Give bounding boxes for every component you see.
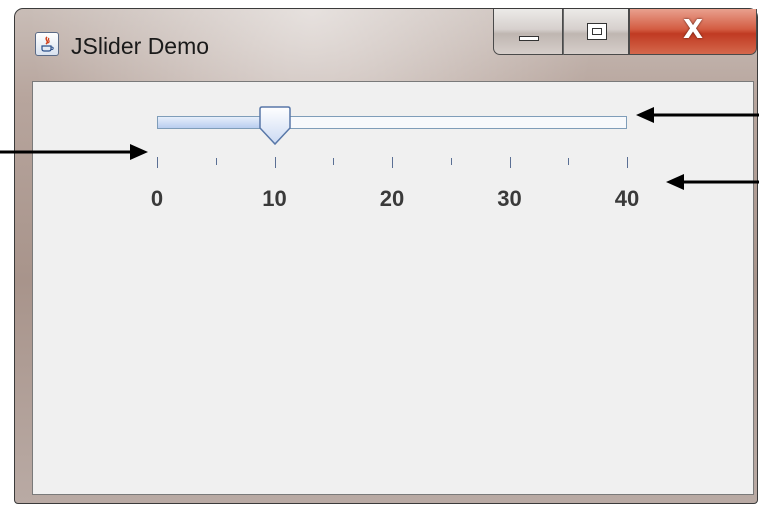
maximize-icon	[587, 23, 607, 40]
slider-tick-label: 0	[150, 186, 164, 211]
minor-tick	[568, 158, 570, 165]
minor-tick	[333, 158, 335, 165]
arrow-to-ticks	[0, 144, 148, 160]
close-icon: X	[682, 15, 704, 45]
major-tick	[392, 157, 393, 168]
minor-tick	[450, 158, 452, 165]
slider-tick-label: 40	[614, 186, 640, 211]
slider-thumb[interactable]	[258, 106, 292, 146]
arrow-to-track	[636, 107, 759, 123]
arrow-to-labels	[666, 174, 759, 190]
slider-track[interactable]	[157, 116, 627, 129]
slider-tick-label: 10	[262, 186, 287, 211]
minor-tick	[215, 158, 217, 165]
slider-tick-label: 30	[497, 186, 522, 211]
app-window: JSlider Demo X 0 10 20 30 40	[14, 8, 758, 504]
minimize-button[interactable]	[493, 9, 563, 55]
major-tick	[274, 157, 276, 168]
caption-buttons: X	[493, 9, 757, 57]
slider-tick-label: 20	[379, 186, 405, 211]
window-title: JSlider Demo	[71, 33, 210, 59]
minimize-icon	[519, 36, 539, 41]
title-bar[interactable]: JSlider Demo X	[15, 9, 757, 79]
close-button[interactable]: X	[629, 9, 757, 55]
major-tick	[509, 157, 511, 168]
major-tick	[157, 157, 158, 168]
java-app-icon[interactable]	[35, 32, 59, 56]
major-tick	[627, 157, 628, 168]
maximize-button[interactable]	[563, 9, 629, 55]
